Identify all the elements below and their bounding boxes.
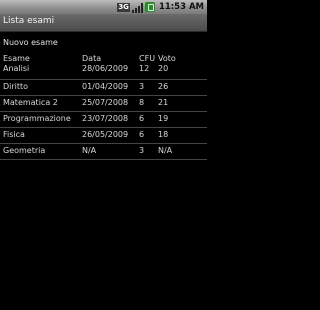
header-exam: Esame [3, 54, 30, 63]
table-row[interactable]: Matematica 2 25/07/2008 8 21 [0, 96, 207, 112]
clock: 11:53 AM [158, 2, 204, 12]
table-row[interactable]: Diritto 01/04/2009 3 26 [0, 80, 207, 96]
exam-date: 28/06/2009 [82, 64, 129, 73]
exam-date: N/A [82, 146, 97, 155]
exam-date: 25/07/2008 [82, 98, 129, 107]
3g-icon: 3G [117, 2, 130, 12]
exam-voto: 21 [158, 98, 169, 107]
table-row[interactable]: Analisi 28/06/2009 12 20 [0, 64, 207, 80]
exam-cfu: 12 [139, 64, 150, 73]
table-row[interactable]: Geometria N/A 3 N/A [0, 144, 207, 160]
table-row[interactable]: Fisica 26/05/2009 6 18 [0, 128, 207, 144]
header-date: Data [82, 54, 102, 63]
exam-name: Programmazione [3, 114, 71, 123]
table-header: Esame Data CFU Voto [0, 52, 207, 64]
exam-name: Diritto [3, 82, 29, 91]
header-cfu: CFU [139, 54, 156, 63]
exam-name: Matematica 2 [3, 98, 58, 107]
exams-table: Esame Data CFU Voto Analisi 28/06/2009 1… [0, 52, 207, 160]
exam-cfu: 6 [139, 114, 145, 123]
battery-icon [144, 2, 155, 12]
exam-cfu: 8 [139, 98, 145, 107]
exam-date: 01/04/2009 [82, 82, 129, 91]
exam-cfu: 3 [139, 146, 145, 155]
exam-voto: 26 [158, 82, 169, 91]
status-bar: 3G 11:53 AM [0, 0, 207, 14]
exam-cfu: 3 [139, 82, 145, 91]
exam-voto: N/A [158, 146, 173, 155]
exam-cfu: 6 [139, 130, 145, 139]
exam-date: 26/05/2009 [82, 130, 129, 139]
exam-voto: 19 [158, 114, 169, 123]
exam-voto: 20 [158, 64, 169, 73]
header-voto: Voto [158, 54, 176, 63]
exam-date: 23/07/2008 [82, 114, 129, 123]
page-title: Lista esami [3, 16, 55, 26]
new-exam-button[interactable]: Nuovo esame [3, 38, 58, 47]
exam-name: Analisi [3, 64, 30, 73]
title-bar: Lista esami [0, 14, 207, 32]
exam-name: Fisica [3, 130, 25, 139]
exam-name: Geometria [3, 146, 46, 155]
table-row[interactable]: Programmazione 23/07/2008 6 19 [0, 112, 207, 128]
status-icons: 3G 11:53 AM [115, 0, 204, 14]
exam-voto: 18 [158, 130, 169, 139]
